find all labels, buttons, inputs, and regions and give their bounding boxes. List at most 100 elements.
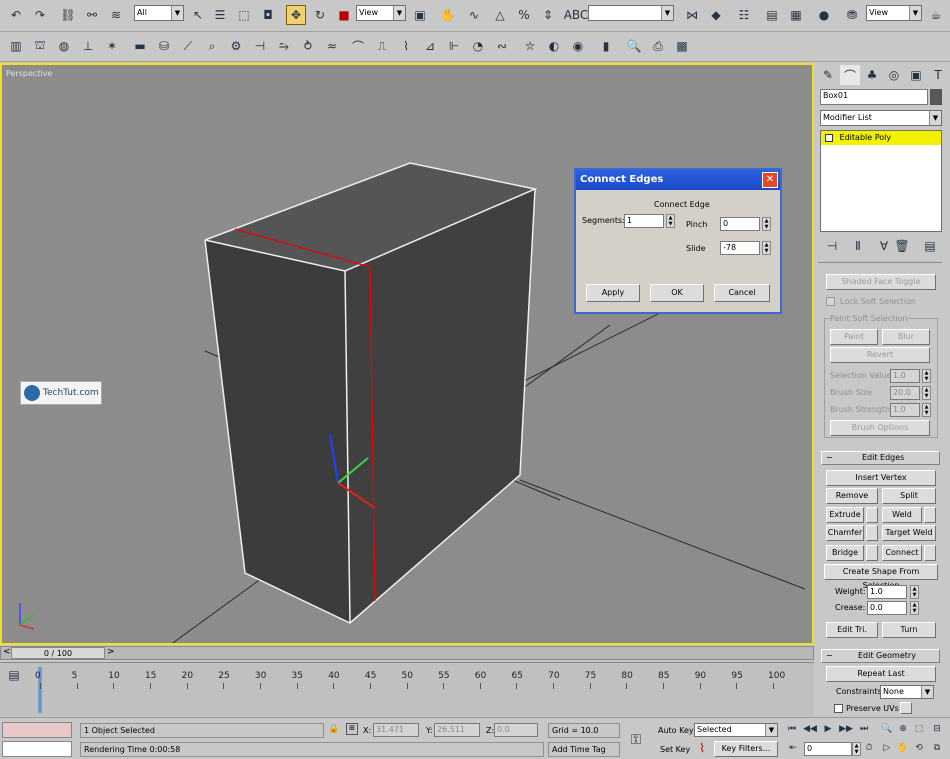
- zoom-extents-icon[interactable]: ⬚: [912, 722, 926, 736]
- selection-value-spinner[interactable]: ▲ ▼: [922, 369, 931, 383]
- hose-icon[interactable]: ⥲: [274, 36, 294, 56]
- angle-snap-icon[interactable]: △: [490, 5, 510, 25]
- selection-value-field[interactable]: 1.0: [890, 369, 920, 383]
- tube-icon[interactable]: ⌕: [202, 36, 222, 56]
- make-unique-icon[interactable]: ∀: [874, 236, 894, 256]
- taper-icon[interactable]: ⎍: [372, 36, 392, 56]
- y-coord-field[interactable]: 26.511: [434, 723, 480, 737]
- split-button[interactable]: Split: [882, 488, 936, 504]
- constraints-dropdown[interactable]: None ▼: [880, 685, 934, 699]
- repeat-last-button[interactable]: Repeat Last: [826, 666, 936, 682]
- line-icon[interactable]: ⟋: [178, 36, 198, 56]
- cone-icon[interactable]: ⛫: [30, 36, 50, 56]
- paint-button[interactable]: Paint: [830, 329, 878, 345]
- connect-settings-button[interactable]: [924, 545, 936, 561]
- chamfer-button[interactable]: Chamfer: [826, 525, 864, 541]
- uvw-map-icon[interactable]: ◐: [544, 36, 564, 56]
- pinch-spinner[interactable]: ▲ ▼: [762, 217, 771, 231]
- time-slider-thumb[interactable]: 0 / 100: [11, 647, 105, 659]
- set-key-button[interactable]: Set Key: [660, 745, 690, 754]
- pinch-field[interactable]: 0: [720, 217, 760, 231]
- go-to-end-icon[interactable]: ⏭: [856, 722, 872, 736]
- bridge-button[interactable]: Bridge: [826, 545, 864, 561]
- box-icon[interactable]: ▥: [6, 36, 26, 56]
- spinner-snap-icon[interactable]: ⇕: [538, 5, 558, 25]
- select-link-icon[interactable]: ⛓: [58, 5, 78, 25]
- maxscript-listener-bottom[interactable]: [2, 741, 72, 757]
- percent-snap-icon[interactable]: %: [514, 5, 534, 25]
- slide-spinner[interactable]: ▲ ▼: [762, 241, 771, 255]
- modifier-list-dropdown[interactable]: Modifier List ▼: [820, 110, 942, 126]
- zoom-extents-all-icon[interactable]: ⊟: [930, 722, 944, 736]
- weld-settings-button[interactable]: [924, 507, 936, 523]
- schematic-view-icon[interactable]: ▦: [786, 5, 806, 25]
- maxscript-listener-top[interactable]: [2, 722, 72, 738]
- pin-stack-icon[interactable]: ⊣: [822, 236, 842, 256]
- manipulate-icon[interactable]: ✋: [438, 5, 458, 25]
- curve-editor-icon[interactable]: ▤: [762, 5, 782, 25]
- ripple-icon[interactable]: ∾: [492, 36, 512, 56]
- connect-button[interactable]: Connect: [882, 545, 922, 561]
- insert-vertex-button[interactable]: Insert Vertex: [826, 470, 936, 486]
- viewport-perspective[interactable]: Perspective TechTut.com: [0, 63, 814, 645]
- lock-soft-selection-checkbox[interactable]: [826, 297, 835, 306]
- edit-edges-rollout[interactable]: − Edit Edges: [821, 451, 940, 465]
- plane-icon[interactable]: ⊥: [78, 36, 98, 56]
- sphere-icon[interactable]: ◍: [54, 36, 74, 56]
- bend-icon[interactable]: ⌒: [348, 36, 368, 56]
- weight-spinner[interactable]: ▲ ▼: [910, 585, 919, 599]
- named-selection-dropdown[interactable]: ▼: [588, 5, 674, 21]
- layer-manager-icon[interactable]: ☷: [734, 5, 754, 25]
- prev-frame-icon[interactable]: <: [3, 647, 11, 657]
- default-tangent-icon[interactable]: ⌇: [694, 740, 710, 756]
- film-strip-icon[interactable]: ▩: [672, 36, 692, 56]
- zoom-all-icon[interactable]: ⊕: [896, 722, 910, 736]
- render-frame-icon[interactable]: ▮: [596, 36, 616, 56]
- camera-icon[interactable]: ⎙: [648, 36, 668, 56]
- bind-space-warp-icon[interactable]: ≋: [106, 5, 126, 25]
- field-of-view-icon[interactable]: ▷: [880, 740, 894, 756]
- unlink-icon[interactable]: ⚯: [82, 5, 102, 25]
- weight-field[interactable]: 1.0: [867, 585, 907, 599]
- select-scale-icon[interactable]: ■: [334, 5, 354, 25]
- hierarchy-tab-icon[interactable]: ♣: [862, 65, 882, 85]
- brush-size-field[interactable]: 20.0: [890, 386, 920, 400]
- remove-button[interactable]: Remove: [826, 488, 878, 504]
- motion-tab-icon[interactable]: ◎: [884, 65, 904, 85]
- select-rotate-icon[interactable]: ↻: [310, 5, 330, 25]
- quick-render-icon[interactable]: ☕: [926, 5, 946, 25]
- close-icon[interactable]: ✕: [762, 172, 778, 188]
- twist-icon[interactable]: ⌇: [396, 36, 416, 56]
- absolute-mode-icon[interactable]: ⊞: [346, 723, 358, 735]
- undo-icon[interactable]: ↶: [6, 5, 26, 25]
- material-editor-icon[interactable]: ●: [814, 5, 834, 25]
- configure-sets-icon[interactable]: ▤: [920, 236, 940, 256]
- go-to-start-icon[interactable]: ⏮: [784, 722, 800, 736]
- current-frame-spinner[interactable]: ▲ ▼: [852, 742, 861, 756]
- shaded-face-toggle-button[interactable]: Shaded Face Toggle: [826, 274, 936, 290]
- time-config-icon[interactable]: ⏱: [862, 740, 876, 756]
- previous-frame-icon[interactable]: ◀◀: [802, 722, 818, 736]
- utilities-tab-icon[interactable]: T: [928, 65, 948, 85]
- edit-geometry-rollout[interactable]: − Edit Geometry: [821, 649, 940, 663]
- gear-icon[interactable]: ⚙: [226, 36, 246, 56]
- segments-field[interactable]: 1: [624, 214, 664, 228]
- add-time-tag[interactable]: Add Time Tag: [548, 742, 620, 757]
- mirror-icon[interactable]: ⋈: [682, 5, 702, 25]
- extrude-button[interactable]: Extrude: [826, 507, 864, 523]
- reference-coord-dropdown[interactable]: View ▼: [356, 5, 406, 21]
- current-frame-field[interactable]: 0: [804, 742, 852, 756]
- object-color-swatch[interactable]: [930, 89, 942, 105]
- noise-icon[interactable]: ⊿: [420, 36, 440, 56]
- stretch-icon[interactable]: ⊩: [444, 36, 464, 56]
- segments-spinner[interactable]: ▲ ▼: [666, 214, 675, 228]
- remove-modifier-icon[interactable]: 🗑: [892, 236, 912, 256]
- key-mode-dropdown[interactable]: Selected ▼: [694, 723, 778, 737]
- z-coord-field[interactable]: 0.0: [494, 723, 538, 737]
- extrude-settings-button[interactable]: [866, 507, 878, 523]
- blur-button[interactable]: Blur: [882, 329, 930, 345]
- weld-button[interactable]: Weld: [882, 507, 922, 523]
- next-frame-play-icon[interactable]: ▶▶: [838, 722, 854, 736]
- window-crossing-icon[interactable]: ◘: [258, 5, 278, 25]
- crease-spinner[interactable]: ▲ ▼: [910, 601, 919, 615]
